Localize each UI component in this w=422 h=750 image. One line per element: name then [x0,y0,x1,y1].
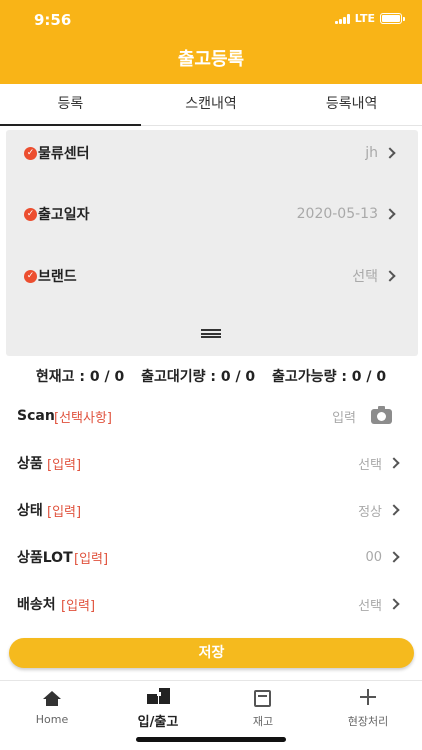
state-tag: [입력] [47,504,82,520]
delivery-row[interactable]: 배송처 [입력] 선택 [0,589,422,619]
camera-icon[interactable] [371,405,392,424]
battery-icon [380,13,405,24]
status-indicators: LTE [334,12,405,25]
signal-icon [334,13,350,24]
scan-tag: [선택사항] [54,410,112,426]
chevron-right-icon [388,504,400,516]
tab-register[interactable]: 등록 [0,84,141,126]
product-tag: [입력] [47,457,82,473]
required-check-icon: ✓ [24,146,37,160]
header-panel: ✓ 물류센터 jh ✓ 출고일자 2020-05-13 ✓ 브랜드 선택 [6,130,418,356]
logistics-center-label: 물류센터 [38,146,90,162]
home-icon [43,691,61,706]
release-date-value: 2020-05-13 [296,206,378,222]
bottom-tab-field[interactable]: 현장처리 [318,687,418,729]
release-date-row[interactable]: ✓ 출고일자 2020-05-13 [6,199,418,229]
available-stock: 출고가능량 : 0 / 0 [272,369,387,385]
status-time: 9:56 [34,11,72,29]
brand-row[interactable]: ✓ 브랜드 선택 [6,261,418,291]
tab-register-history[interactable]: 등록내역 [281,84,422,125]
chevron-right-icon [388,598,400,610]
scan-row[interactable]: Scan [선택사항] 입력 [0,401,422,431]
required-check-icon: ✓ [24,269,37,283]
release-date-label: 출고일자 [38,207,90,223]
current-stock: 현재고 : 0 / 0 [35,369,125,385]
inout-icon [146,688,172,706]
state-row[interactable]: 상태 [입력] 정상 [0,495,422,525]
lot-value: 00 [365,549,382,565]
nav-bar: 출고등록 [0,40,422,84]
save-button[interactable]: 저장 [9,638,414,668]
stock-icon [254,690,271,707]
bottom-tab-inout[interactable]: 입/출고 [108,687,208,730]
logistics-center-row[interactable]: ✓ 물류센터 jh [6,138,418,168]
lot-row[interactable]: 상품LOT [입력] 00 [0,542,422,572]
waiting-stock: 출고대기량 : 0 / 0 [141,369,256,385]
chevron-right-icon [384,147,396,159]
product-row[interactable]: 상품 [입력] 선택 [0,448,422,478]
bottom-tab-label: Home [35,713,69,726]
bottom-tab-stock[interactable]: 재고 [213,687,313,729]
delivery-label: 배송처 [17,597,56,613]
product-label: 상품 [17,456,43,472]
network-type: LTE [354,12,375,25]
tab-scan-history[interactable]: 스캔내역 [141,84,282,125]
chevron-right-icon [384,208,396,220]
chevron-right-icon [384,270,396,282]
chevron-right-icon [388,551,400,563]
hamburger-icon[interactable] [201,329,221,338]
scan-label: Scan [17,408,55,424]
bottom-tab-home[interactable]: Home [2,687,102,726]
stock-summary: 현재고 : 0 / 0 출고대기량 : 0 / 0 출고가능량 : 0 / 0 [0,366,422,386]
brand-value: 선택 [352,269,378,285]
product-value: 선택 [358,457,382,473]
delivery-tag: [입력] [61,598,96,614]
state-label: 상태 [17,503,43,519]
state-value: 정상 [358,504,382,520]
home-indicator[interactable] [136,737,286,742]
bottom-tab-label: 입/출고 [137,715,179,730]
required-check-icon: ✓ [24,207,37,221]
logistics-center-value: jh [365,145,378,161]
lot-tag: [입력] [74,551,109,567]
chevron-right-icon [388,457,400,469]
page-title: 출고등록 [177,49,245,70]
delivery-value: 선택 [358,598,382,614]
bottom-tab-label: 재고 [252,715,274,728]
scan-input[interactable]: 입력 [332,407,356,426]
brand-label: 브랜드 [38,269,77,285]
lot-label: 상품LOT [17,550,73,566]
plus-icon [360,689,376,705]
status-bar: 9:56 LTE [0,0,422,40]
top-tabs: 등록 스캔내역 등록내역 [0,84,422,126]
bottom-tab-label: 현장처리 [347,715,389,728]
